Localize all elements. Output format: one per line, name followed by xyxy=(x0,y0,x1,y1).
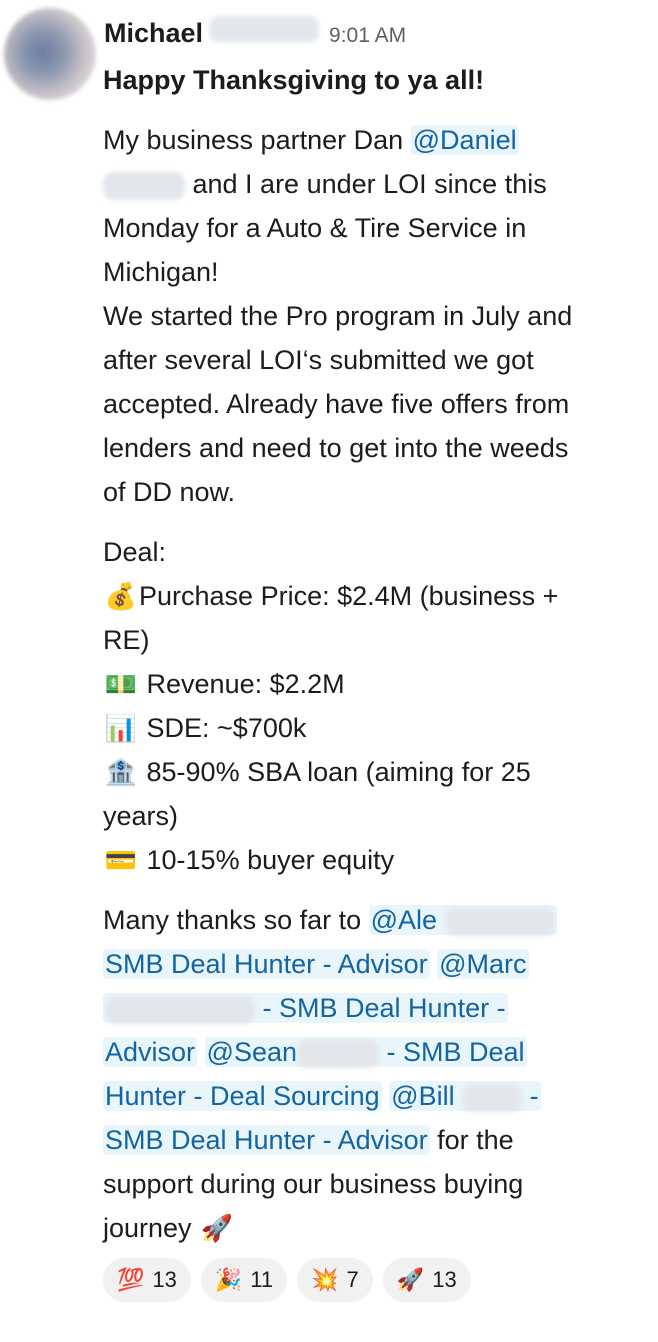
thanks-line-7: support during our business buying xyxy=(103,1169,524,1199)
mention-text: - SMB Deal xyxy=(379,1037,525,1067)
mention-marc[interactable]: @Marc xyxy=(437,949,529,979)
message-body: Happy Thanksgiving to ya all! My busines… xyxy=(103,58,633,1250)
deal-loan-cont: years) xyxy=(103,801,179,831)
text: 85-90% SBA loan (aiming for 25 xyxy=(146,757,531,787)
thanks-line-1: Many thanks so far to @Ale xyxy=(103,898,633,942)
message-title: Happy Thanksgiving to ya all! xyxy=(103,65,485,95)
redacted-surname xyxy=(297,1039,380,1068)
mention-text: @Sean xyxy=(206,1037,298,1067)
mention-text: - SMB Deal Hunter - xyxy=(255,993,506,1023)
intro-line-3: Monday for a Auto & Tire Service in xyxy=(103,213,527,243)
redacted-surname xyxy=(209,16,320,42)
mention-sean[interactable]: @Sean - SMB Deal xyxy=(204,1037,527,1068)
thanks-line-4: Advisor @Sean - SMB Deal xyxy=(103,1030,633,1074)
hundred-points-icon: 💯 xyxy=(117,1267,145,1292)
redacted-surname xyxy=(444,907,555,936)
collision-icon: 💥 xyxy=(311,1267,339,1292)
deal-revenue: 💵 Revenue: $2.2M xyxy=(103,662,633,706)
mention-sean-role[interactable]: Hunter - Deal Sourcing xyxy=(103,1081,382,1111)
reaction-count: 11 xyxy=(250,1267,274,1292)
reactions-bar: 💯 13 🎉 11 💥 7 🚀 13 xyxy=(103,1258,471,1302)
thanks-line-3: - SMB Deal Hunter - xyxy=(103,986,633,1030)
intro-line-4: Michigan! xyxy=(103,257,219,287)
timestamp[interactable]: 9:01 AM xyxy=(329,24,406,48)
rocket-icon: 🚀 xyxy=(396,1267,425,1292)
mention-marc-role[interactable]: - SMB Deal Hunter - xyxy=(103,993,508,1024)
mention-bill-role[interactable]: SMB Deal Hunter - Advisor xyxy=(103,1125,430,1155)
text: Revenue: $2.2M xyxy=(146,669,345,699)
reaction-count: 7 xyxy=(346,1267,359,1292)
thanks-line-8: journey 🚀 xyxy=(103,1206,633,1250)
mention-bill[interactable]: @Bill - xyxy=(389,1081,541,1112)
deal-equity: 💳 10-15% buyer equity xyxy=(103,838,633,882)
avatar[interactable] xyxy=(4,8,96,100)
text: Purchase Price: $2.4M (business + xyxy=(139,581,559,611)
party-popper-icon: 🎉 xyxy=(214,1267,243,1292)
intro-line-6: after several LOI‘s submitted we got xyxy=(103,345,534,375)
redacted-mention xyxy=(103,171,185,200)
text: and I are under LOI since this xyxy=(185,169,547,199)
intro-line-1: My business partner Dan @Daniel xyxy=(103,118,633,162)
mention-text: - xyxy=(522,1081,539,1111)
intro-line-9: of DD now. xyxy=(103,477,236,507)
intro-line-8: lenders and need to get into the weeds xyxy=(103,433,569,463)
reaction-collision[interactable]: 💥 7 xyxy=(297,1258,373,1302)
reaction-hundred-points[interactable]: 💯 13 xyxy=(103,1258,191,1302)
deal-loan: 🏦 85-90% SBA loan (aiming for 25 xyxy=(103,750,633,794)
text: Many thanks so far to xyxy=(103,905,369,935)
mention-text: @Ale xyxy=(370,905,438,935)
text: SDE: ~$700k xyxy=(146,713,307,743)
intro-line-7: accepted. Already have five offers from xyxy=(103,389,570,419)
mention-ale-role[interactable]: SMB Deal Hunter - Advisor xyxy=(103,949,430,979)
redacted-surname xyxy=(105,995,255,1024)
text: journey xyxy=(103,1213,192,1243)
text: My business partner Dan xyxy=(103,125,411,155)
mention-ale[interactable]: @Ale xyxy=(368,905,557,936)
text: 10-15% buyer equity xyxy=(146,845,395,875)
reaction-party-popper[interactable]: 🎉 11 xyxy=(200,1258,288,1302)
mention-daniel[interactable]: @Daniel xyxy=(410,125,519,155)
reaction-rocket[interactable]: 🚀 13 xyxy=(382,1258,471,1302)
reaction-count: 13 xyxy=(152,1267,177,1292)
author-name[interactable]: Michael xyxy=(104,18,203,49)
rocket-icon: 🚀 xyxy=(200,1213,234,1243)
intro-line-2: and I are under LOI since this xyxy=(103,162,633,206)
deal-heading: Deal: xyxy=(103,537,167,567)
intro-line-5: We started the Pro program in July and xyxy=(103,301,573,331)
mention-text: @Bill xyxy=(391,1081,455,1111)
thanks-line-2: SMB Deal Hunter - Advisor @Marc xyxy=(103,942,633,986)
text: for the xyxy=(429,1125,514,1155)
money-bag-icon: 💰 xyxy=(104,581,138,611)
mention-marc-role-cont[interactable]: Advisor xyxy=(103,1037,198,1067)
deal-sde: 📊 SDE: ~$700k xyxy=(103,706,633,750)
dollar-banknote-icon: 💵 xyxy=(104,669,138,699)
bank-icon: 🏦 xyxy=(104,757,138,787)
bar-chart-icon: 📊 xyxy=(104,713,138,743)
deal-price: 💰Purchase Price: $2.4M (business + xyxy=(103,574,633,618)
redacted-surname xyxy=(462,1083,523,1112)
thanks-line-6: SMB Deal Hunter - Advisor for the xyxy=(103,1118,633,1162)
message-header: Michael 9:01 AM xyxy=(104,16,406,56)
thanks-line-5: Hunter - Deal Sourcing @Bill - xyxy=(103,1074,633,1118)
credit-card-icon: 💳 xyxy=(104,845,138,875)
reaction-count: 13 xyxy=(432,1267,457,1292)
deal-price-cont: RE) xyxy=(103,625,150,655)
